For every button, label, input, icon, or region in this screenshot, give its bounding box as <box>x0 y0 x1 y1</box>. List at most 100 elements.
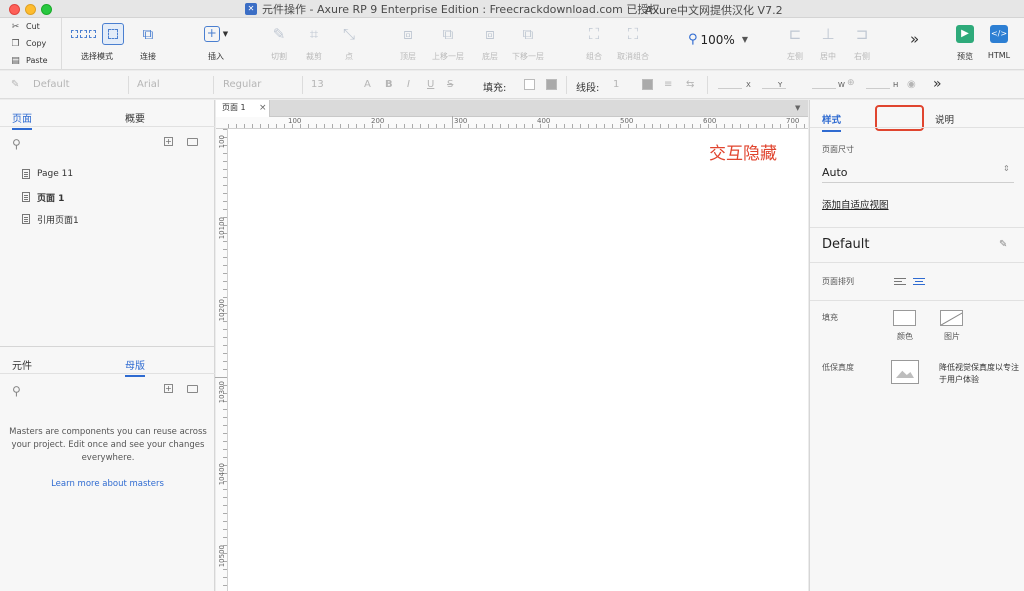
add-adaptive-view-link[interactable]: 添加自适应视图 <box>822 197 889 211</box>
canvas-area[interactable]: 页面 1 × ▼ 100 200 300 400 500 600 700 100 10100 1… <box>215 100 808 591</box>
italic-button[interactable]: I <box>407 79 410 90</box>
ruler-tick <box>223 585 227 586</box>
font-dropdown[interactable]: Arial <box>137 79 160 90</box>
tab-masters[interactable]: 母版 <box>125 357 145 377</box>
cut-button[interactable]: ✂ Cut <box>0 18 61 35</box>
stroke-color-swatch[interactable] <box>642 79 653 90</box>
tab-notes[interactable]: 说明 <box>935 112 954 126</box>
tab-outline[interactable]: 概要 <box>125 110 145 125</box>
minimize-window-button[interactable] <box>25 4 36 15</box>
font-size-dropdown[interactable]: 13 <box>311 79 324 90</box>
stroke-style-icon[interactable]: ≡ <box>664 79 672 90</box>
page-icon <box>22 214 30 224</box>
document-tab-bar: 页面 1 × ▼ <box>216 100 808 117</box>
close-window-button[interactable] <box>9 4 20 15</box>
style-dropdown[interactable]: Default <box>33 79 70 90</box>
ruler-tick <box>223 129 227 130</box>
fill-image-button[interactable] <box>940 310 963 326</box>
bring-to-front-button[interactable]: ⧈ 顶层 <box>396 22 420 62</box>
copy-button[interactable]: ❐ Copy <box>0 35 61 52</box>
zoom-window-button[interactable] <box>41 4 52 15</box>
ruler-tick <box>276 124 277 128</box>
lock-icon[interactable]: ⊕ <box>847 78 855 88</box>
page-item[interactable]: 引用页面1 <box>22 212 79 226</box>
ruler-tick <box>428 124 429 128</box>
style-edit-icon[interactable]: ✎ <box>11 79 19 90</box>
height-input[interactable] <box>866 88 890 89</box>
group-button[interactable]: ⛶ 组合 <box>582 22 606 62</box>
send-to-back-button[interactable]: ⧈ 底层 <box>478 22 502 62</box>
ungroup-button[interactable]: ⛶ 取消组合 <box>617 22 649 62</box>
add-page-icon[interactable]: + <box>164 137 173 146</box>
cut-shape-button[interactable]: ✎ 切割 <box>267 22 291 62</box>
add-master-icon[interactable]: + <box>164 384 173 393</box>
search-icon[interactable]: ⚲ <box>12 137 21 151</box>
align-left-page-icon[interactable] <box>894 278 906 287</box>
underline-button[interactable]: U <box>427 79 434 90</box>
chevron-updown-icon: ⇕ <box>1003 164 1010 173</box>
paste-button[interactable]: ▤ Paste <box>0 52 61 69</box>
html-button[interactable]: </> HTML <box>987 22 1011 60</box>
x-input[interactable] <box>718 88 742 89</box>
align-center-button[interactable]: ⊥ 居中 <box>816 22 840 62</box>
send-backward-button[interactable]: ⧉ 下移一层 <box>512 22 544 62</box>
align-left-button[interactable]: ⊏ 左侧 <box>783 22 807 62</box>
pages-search-row: ⚲ + <box>0 133 215 155</box>
select-mode-button[interactable]: 选择模式 <box>70 22 124 62</box>
preview-button[interactable]: ▶ 预览 <box>953 22 977 62</box>
image-icon[interactable] <box>891 360 919 384</box>
fill-color-button[interactable] <box>893 310 916 326</box>
font-weight-dropdown[interactable]: Regular <box>223 79 261 90</box>
folder-icon[interactable] <box>187 138 198 146</box>
eye-icon[interactable]: ◉ <box>907 79 916 90</box>
stroke-width-input[interactable]: 1 <box>613 79 619 90</box>
font-color-button[interactable]: A <box>364 79 371 90</box>
ruler-tick <box>223 153 227 154</box>
tab-style[interactable]: 样式 <box>822 112 842 132</box>
main-toolbar: ✂ Cut ❐ Copy ▤ Paste 选择模式 ⧉ 连接 + ▼ 插入 ✎ 切割 <box>0 18 1024 70</box>
code-icon: </> <box>987 22 1011 46</box>
connect-button[interactable]: ⧉ 连接 <box>136 22 160 62</box>
point-label: 点 <box>345 52 353 61</box>
ruler-label: 700 <box>786 117 800 125</box>
bring-forward-button[interactable]: ⧉ 上移一层 <box>432 22 464 62</box>
bring-to-front-icon: ⧈ <box>403 25 413 43</box>
crop-button[interactable]: ⌗ 裁剪 <box>302 22 326 62</box>
chevron-down-icon: ▼ <box>222 30 229 38</box>
folder-icon[interactable] <box>187 385 198 393</box>
document-tab[interactable]: 页面 1 × <box>216 100 270 117</box>
zoom-dropdown[interactable]: ⚲ 100% ▼ <box>688 32 748 47</box>
fill-color-swatch[interactable] <box>524 79 535 90</box>
x-label: X <box>746 81 751 89</box>
ruler-tick <box>484 124 485 128</box>
page-item[interactable]: 页面 1 <box>22 190 64 204</box>
align-center-page-icon[interactable] <box>913 278 925 287</box>
align-right-button[interactable]: ⊐ 右侧 <box>850 22 874 62</box>
send-backward-label: 下移一层 <box>512 52 544 61</box>
point-button[interactable]: ⤡ 点 <box>337 22 361 62</box>
tab-pages[interactable]: 页面 <box>12 110 32 130</box>
fill-shadow-swatch[interactable] <box>546 79 557 90</box>
edit-style-icon[interactable]: ✎ <box>999 239 1007 250</box>
cut-label: Cut <box>26 22 40 31</box>
page-size-select[interactable]: Auto <box>822 166 848 179</box>
chevron-down-icon[interactable]: ▼ <box>795 104 800 112</box>
tab-widgets[interactable]: 元件 <box>12 357 32 372</box>
page-icon <box>22 169 30 179</box>
ruler-tick <box>308 124 309 128</box>
ruler-tick <box>524 124 525 128</box>
learn-masters-link[interactable]: Learn more about masters <box>0 479 215 489</box>
format-overflow-button[interactable]: » <box>933 76 942 92</box>
arrow-style-icon[interactable]: ⇆ <box>686 79 694 90</box>
toolbar-overflow-button[interactable]: » <box>910 30 919 48</box>
ruler-label: 300 <box>454 117 468 125</box>
bold-button[interactable]: B <box>385 79 393 90</box>
search-icon[interactable]: ⚲ <box>12 384 21 398</box>
width-input[interactable] <box>812 88 836 89</box>
insert-button[interactable]: + ▼ 插入 <box>200 22 232 62</box>
page-item[interactable]: Page 11 <box>22 167 73 181</box>
y-input[interactable] <box>762 88 786 89</box>
ruler-tick <box>404 124 405 128</box>
strikethrough-button[interactable]: S <box>447 79 453 90</box>
close-icon[interactable]: × <box>259 100 267 116</box>
